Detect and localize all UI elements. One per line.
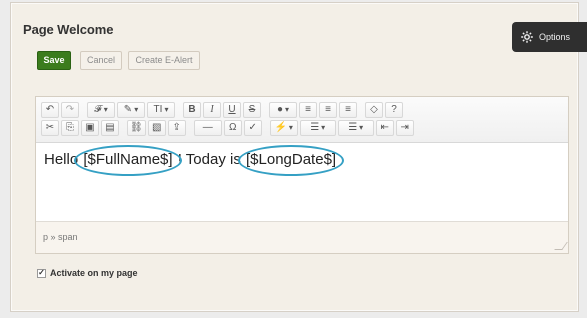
activate-option[interactable]: ✓ Activate on my page <box>37 268 138 278</box>
flash-icon[interactable]: ⚡ ▾ <box>269 119 298 136</box>
numbered-list-icon[interactable]: ☰ ▾ <box>337 119 374 136</box>
chevron-down-icon: ▾ <box>134 105 139 114</box>
spellcheck-icon[interactable]: ✓ <box>243 119 262 136</box>
image-icon[interactable]: ▧ <box>147 119 166 136</box>
options-button[interactable]: Options <box>512 22 587 52</box>
toolbar-row-1: ↶ ↷ 𝓕 ▾ ✎ ▾ TI ▾ B I U S ● ▾ ≡ ≡ ≡ ◇ ? <box>41 101 568 118</box>
activate-checkbox[interactable]: ✓ <box>37 268 46 278</box>
save-button[interactable]: Save <box>37 51 71 70</box>
fullname-token: [$FullName$] <box>83 151 173 168</box>
content-prefix: Hello <box>44 151 79 168</box>
indent-icon[interactable]: ⇥ <box>395 119 414 136</box>
chevron-down-icon: ▾ <box>285 105 290 114</box>
editor-toolbar: ↶ ↷ 𝓕 ▾ ✎ ▾ TI ▾ B I U S ● ▾ ≡ ≡ ≡ ◇ ? ✂ ⎘ ▣… <box>36 97 568 143</box>
color-icon[interactable]: ● ▾ <box>269 101 297 118</box>
element-path: p » span <box>43 232 78 242</box>
chevron-down-icon: ▾ <box>288 123 293 132</box>
gear-icon <box>520 30 534 44</box>
options-label: Options <box>539 32 571 42</box>
text-height-icon[interactable]: TI ▾ <box>147 101 175 118</box>
paste-icon[interactable]: ▣ <box>81 119 99 136</box>
editor-footer: p » span <box>36 221 568 253</box>
toolbar-row-2: ✂ ⎘ ▣ ▤ ⛓ ▧ ⇪ — Ω ✓ ⚡ ▾ ☰ ▾ ☰ ▾ ⇤ ⇥ <box>41 119 568 136</box>
longdate-token-wrapper: [$LongDate$] <box>238 145 344 176</box>
page-title: Page Welcome <box>23 22 114 37</box>
align-right-icon[interactable]: ≡ <box>339 101 357 118</box>
bulleted-list-icon[interactable]: ☰ ▾ <box>299 119 336 136</box>
cancel-button[interactable]: Cancel <box>80 51 122 70</box>
special-character-icon[interactable]: Ω <box>223 119 242 136</box>
resize-handle[interactable] <box>554 242 568 250</box>
editor-text-line: Hello [$FullName$] ! Today is [$LongDate… <box>44 145 344 176</box>
chevron-down-icon: ▾ <box>359 123 364 132</box>
undo-icon[interactable]: ↶ <box>41 101 59 118</box>
outdent-icon[interactable]: ⇤ <box>375 119 394 136</box>
content-middle: ! Today is <box>177 151 241 168</box>
align-left-icon[interactable]: ≡ <box>299 101 317 118</box>
cut-icon[interactable]: ✂ <box>41 119 59 136</box>
rich-text-editor[interactable]: ↶ ↷ 𝓕 ▾ ✎ ▾ TI ▾ B I U S ● ▾ ≡ ≡ ≡ ◇ ? ✂ ⎘ ▣… <box>35 96 569 254</box>
link-icon[interactable]: ⛓ <box>127 119 146 136</box>
redo-icon[interactable]: ↷ <box>61 101 79 118</box>
chevron-down-icon: ▾ <box>321 123 326 132</box>
underline-button[interactable]: U <box>223 101 241 118</box>
pen-icon[interactable]: ✎ ▾ <box>117 101 145 118</box>
longdate-token: [$LongDate$] <box>246 151 337 168</box>
paste-text-icon[interactable]: ▤ <box>101 119 119 136</box>
bold-button[interactable]: B <box>183 101 201 118</box>
fullname-token-wrapper: [$FullName$] <box>74 145 183 176</box>
code-view-icon[interactable]: ◇ <box>365 101 383 118</box>
create-e-alert-button[interactable]: Create E-Alert <box>128 51 200 70</box>
editor-content[interactable]: Hello [$FullName$] ! Today is [$LongDate… <box>36 143 568 223</box>
italic-button[interactable]: I <box>203 101 221 118</box>
font-family-icon[interactable]: 𝓕 ▾ <box>87 101 115 118</box>
help-icon[interactable]: ? <box>385 101 403 118</box>
chevron-down-icon: ▾ <box>164 105 169 114</box>
align-center-icon[interactable]: ≡ <box>319 101 337 118</box>
copy-icon[interactable]: ⎘ <box>61 119 79 136</box>
upload-icon[interactable]: ⇪ <box>167 119 186 136</box>
activate-label: Activate on my page <box>50 268 138 278</box>
chevron-down-icon: ▾ <box>103 105 108 114</box>
horizontal-rule-icon[interactable]: — <box>193 119 222 136</box>
strikethrough-button[interactable]: S <box>243 101 261 118</box>
